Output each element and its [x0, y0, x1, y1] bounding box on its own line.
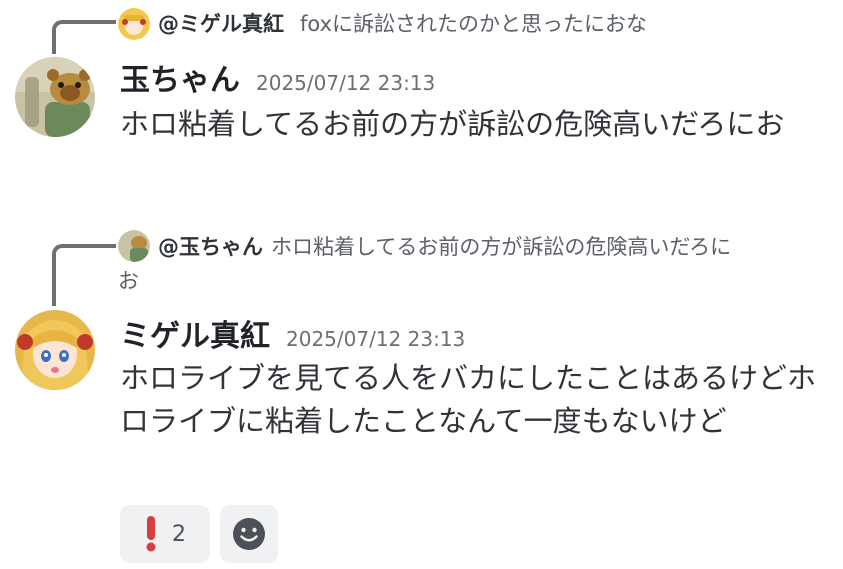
timestamp: 2025/07/12 23:13: [256, 71, 436, 95]
author-name[interactable]: ミゲル真紅: [120, 311, 270, 355]
reply-author[interactable]: @玉ちゃん: [158, 235, 263, 259]
message-content: ホロライブを見てる人をバカにしたことはあるけどホロライブに粘着したことなんて一度…: [120, 361, 817, 438]
avatar-image: [15, 310, 95, 390]
reply-preview[interactable]: @ミゲル真紅 foxに訴訟されたのかと思ったにおな: [118, 8, 647, 40]
avatar-image: [15, 57, 95, 137]
message-header: ミゲル真紅 2025/07/12 23:13: [120, 311, 465, 355]
reply-connector: [52, 20, 116, 54]
message-header: 玉ちゃん 2025/07/12 23:13: [120, 55, 435, 99]
reaction-count: 2: [172, 521, 186, 547]
message-content: ホロ粘着してるお前の方が訴訟の危険高いだろにお: [120, 107, 785, 141]
reply-text: ホロ粘着してるお前の方が訴訟の危険高いだろに: [271, 235, 732, 259]
reply-author[interactable]: @ミゲル真紅: [158, 8, 284, 38]
reply-preview[interactable]: @玉ちゃん ホロ粘着してるお前の方が訴訟の危険高いだろに お: [118, 230, 818, 298]
author-name[interactable]: 玉ちゃん: [120, 55, 240, 99]
reply-avatar: [118, 230, 150, 262]
avatar[interactable]: [15, 310, 95, 390]
timestamp: 2025/07/12 23:13: [286, 327, 466, 351]
reply-connector: [52, 244, 116, 306]
reply-text: foxに訴訟されたのかと思ったにおな: [300, 12, 648, 36]
avatar[interactable]: [15, 57, 95, 137]
reaction-bar: 2: [120, 505, 278, 563]
add-reaction-button[interactable]: [220, 505, 278, 563]
exclamation-icon: [146, 516, 156, 552]
reply-avatar: [118, 8, 150, 40]
reply-text-wrap: お: [118, 269, 139, 293]
smiley-icon: [233, 518, 265, 550]
reaction-exclamation[interactable]: 2: [120, 505, 210, 563]
